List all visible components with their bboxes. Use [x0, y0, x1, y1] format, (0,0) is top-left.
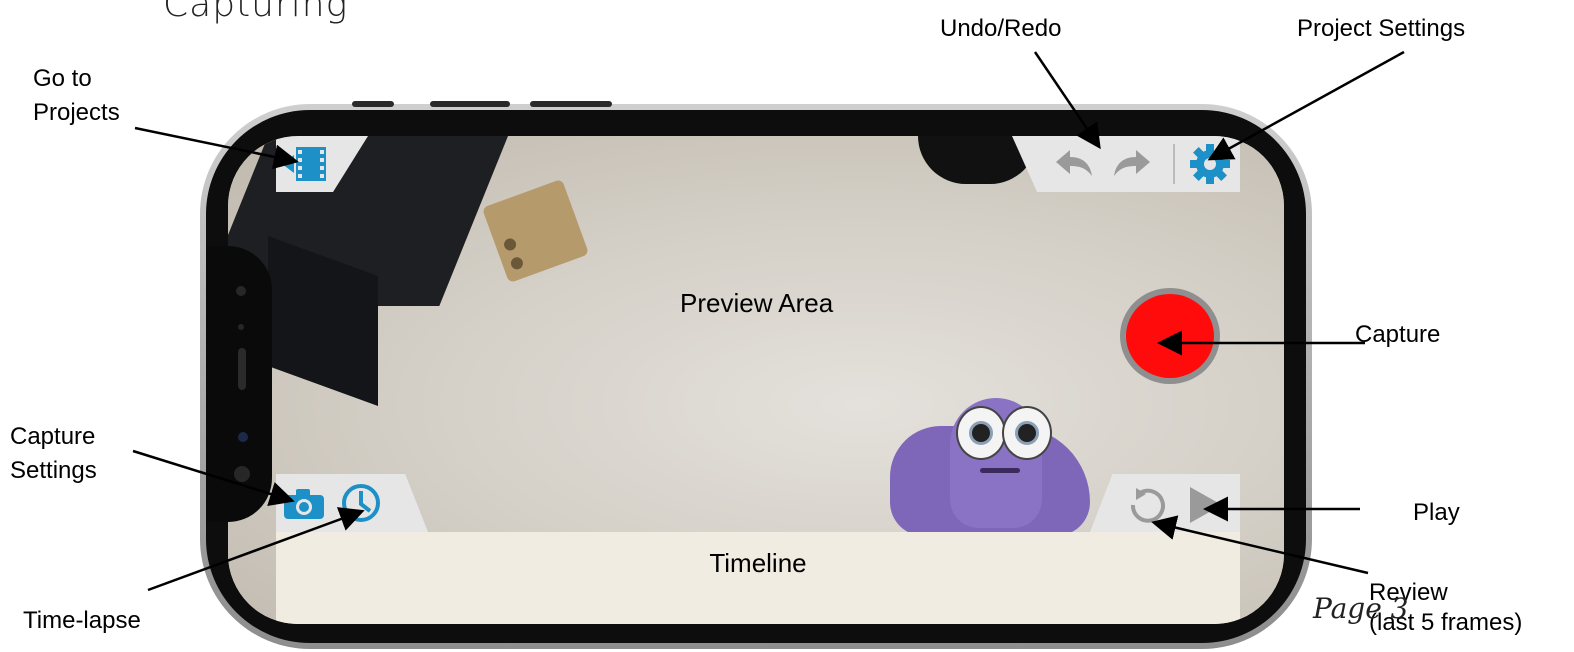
- arrow-project-settings: [1207, 50, 1405, 161]
- arrow-time-lapse: [147, 507, 365, 592]
- annotation-arrows: [132, 50, 1405, 592]
- arrow-undo-redo: [1033, 51, 1101, 150]
- arrow-go-to-projects: [134, 126, 299, 170]
- arrow-capture-settings: [132, 449, 295, 506]
- arrow-review: [1151, 515, 1369, 575]
